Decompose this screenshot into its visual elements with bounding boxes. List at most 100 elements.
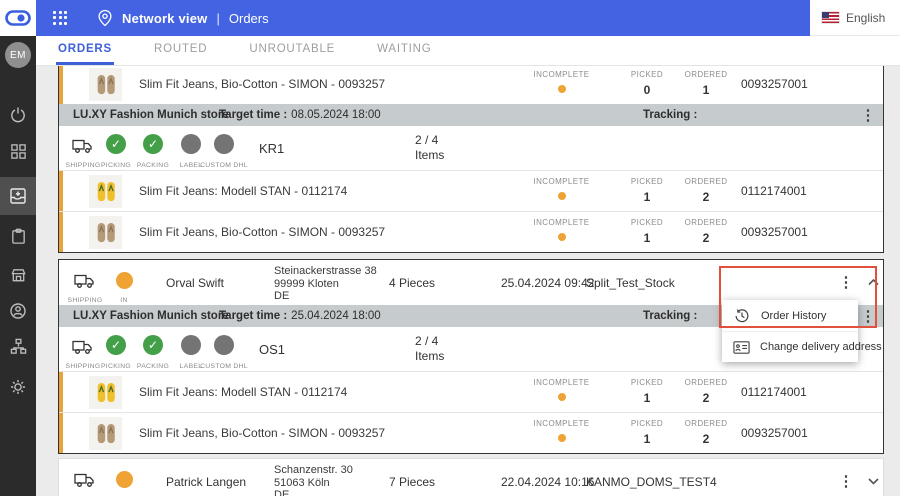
incomplete-status: INCOMPLETE bbox=[514, 378, 609, 406]
routing-name: KANMO_DOMS_TEST4 bbox=[586, 459, 717, 496]
store-icon[interactable] bbox=[0, 257, 36, 293]
menu-item-order-history[interactable]: Order History bbox=[722, 300, 858, 331]
incomplete-dot bbox=[558, 233, 566, 241]
order-item-row: Slim Fit Jeans: Modell STAN - 0112174 IN… bbox=[59, 170, 883, 211]
target-time: Target time :25.04.2024 18:00 bbox=[219, 305, 381, 327]
order-date: 25.04.2024 09:42 bbox=[501, 260, 594, 305]
menu-item-change-delivery-address[interactable]: Change delivery address bbox=[722, 331, 858, 362]
brand-logo[interactable] bbox=[0, 0, 36, 36]
pieces-count: 7 Pieces bbox=[389, 459, 435, 496]
title-divider: | bbox=[217, 11, 220, 26]
article-number: 0112174001 bbox=[741, 171, 807, 211]
article-number: 0093257001 bbox=[741, 413, 808, 453]
incomplete-status: INCOMPLETE bbox=[514, 218, 609, 246]
incomplete-status: INCOMPLETE bbox=[514, 419, 609, 447]
order-menu-button[interactable]: ⋮ bbox=[836, 260, 856, 305]
pending-circle-icon bbox=[214, 134, 234, 154]
customer-name: Orval Swift bbox=[166, 260, 224, 305]
history-icon bbox=[733, 307, 751, 325]
in-progress-dot bbox=[116, 272, 133, 289]
product-name: Slim Fit Jeans: Modell STAN - 0112174 bbox=[139, 372, 347, 412]
incomplete-dot bbox=[558, 85, 566, 93]
logout-power-icon[interactable] bbox=[0, 97, 36, 133]
routing-name: Split_Test_Stock bbox=[586, 260, 675, 305]
tab-routed[interactable]: ROUTED bbox=[152, 36, 209, 65]
order-context-menu: Order History Change delivery address bbox=[722, 300, 858, 362]
contact-card-icon bbox=[733, 338, 750, 356]
dashboard-icon[interactable] bbox=[0, 133, 36, 169]
product-name: Slim Fit Jeans: Modell STAN - 0112174 bbox=[139, 171, 347, 211]
tab-unroutable[interactable]: UNROUTABLE bbox=[247, 36, 337, 65]
kebab-icon: ⋮ bbox=[839, 474, 854, 489]
ordered-count: ORDERED2 bbox=[666, 378, 746, 405]
tracking-label: Tracking : bbox=[643, 305, 697, 327]
order-card-1: Slim Fit Jeans, Bio-Cotton - SIMON - 009… bbox=[58, 66, 884, 253]
chevron-down-icon bbox=[868, 478, 879, 485]
expand-button[interactable] bbox=[861, 459, 885, 496]
apps-grid-icon[interactable] bbox=[53, 11, 68, 26]
page-title: Orders bbox=[229, 11, 269, 26]
incomplete-dot bbox=[558, 393, 566, 401]
custom-dhl-status: CUSTOM DHL bbox=[196, 132, 252, 172]
top-bar: Network view | Orders English bbox=[0, 0, 900, 36]
collapse-button[interactable] bbox=[861, 260, 885, 305]
order-item-row: Slim Fit Jeans, Bio-Cotton - SIMON - 009… bbox=[59, 66, 883, 104]
article-number: 0093257001 bbox=[741, 66, 808, 104]
store-name: LU.XY Fashion Munich store bbox=[73, 104, 229, 126]
settings-gear-icon[interactable] bbox=[0, 369, 36, 405]
items-count: 2 / 4Items bbox=[415, 334, 444, 364]
app-header: Network view | Orders bbox=[36, 0, 810, 36]
tasks-clipboard-icon[interactable] bbox=[0, 218, 36, 254]
items-count: 2 / 4Items bbox=[415, 133, 444, 163]
incomplete-dot bbox=[558, 192, 566, 200]
orders-app: Network view | Orders English EM bbox=[0, 0, 900, 496]
product-name: Slim Fit Jeans, Bio-Cotton - SIMON - 009… bbox=[139, 413, 385, 453]
tab-orders[interactable]: ORDERS bbox=[56, 36, 114, 65]
check-icon: ✓ bbox=[143, 335, 163, 355]
check-icon: ✓ bbox=[143, 134, 163, 154]
delivery-address: Steinackerstrasse 3899999 KlotenDE bbox=[274, 265, 377, 303]
ordered-count: ORDERED2 bbox=[666, 177, 746, 204]
avatar[interactable]: EM bbox=[5, 42, 31, 68]
customer-name: Patrick Langen bbox=[166, 459, 246, 496]
order-header-row[interactable]: SHIPPING IN PROGRESS Patrick Langen Scha… bbox=[59, 459, 883, 496]
language-label: English bbox=[846, 11, 885, 25]
incomplete-status: INCOMPLETE bbox=[514, 177, 609, 205]
logo-icon bbox=[5, 10, 31, 26]
app-title: Network view bbox=[122, 11, 208, 26]
warehouse-code: KR1 bbox=[259, 126, 284, 170]
order-card-3: SHIPPING IN PROGRESS Patrick Langen Scha… bbox=[58, 458, 884, 496]
orders-list: Slim Fit Jeans, Bio-Cotton - SIMON - 009… bbox=[36, 66, 900, 496]
order-date: 22.04.2024 10:16 bbox=[501, 459, 594, 496]
order-item-row: Slim Fit Jeans, Bio-Cotton - SIMON - 009… bbox=[59, 412, 883, 453]
shipment-status-row: SHIPPING ✓PICKING ✓PACKING LABEL STATUS … bbox=[59, 126, 883, 170]
in-progress-dot bbox=[116, 471, 133, 488]
chevron-up-icon bbox=[868, 279, 879, 286]
account-icon[interactable] bbox=[0, 293, 36, 329]
article-number: 0112174001 bbox=[741, 372, 807, 412]
language-selector[interactable]: English bbox=[810, 0, 900, 36]
order-item-row: Slim Fit Jeans: Modell STAN - 0112174 IN… bbox=[59, 371, 883, 412]
kebab-icon: ⋮ bbox=[861, 309, 876, 324]
incomplete-status: INCOMPLETE bbox=[514, 70, 609, 98]
tab-bar: ORDERS ROUTED UNROUTABLE WAITING bbox=[36, 36, 900, 66]
custom-dhl-status: CUSTOM DHL bbox=[196, 333, 252, 373]
ordered-count: ORDERED1 bbox=[666, 70, 746, 97]
store-name: LU.XY Fashion Munich store bbox=[73, 305, 229, 327]
sidebar-item-orders[interactable] bbox=[0, 177, 36, 215]
in-progress-status: IN PROGRESS bbox=[98, 466, 150, 496]
product-image bbox=[89, 216, 122, 249]
network-structure-icon[interactable] bbox=[0, 328, 36, 364]
us-flag-icon bbox=[822, 12, 839, 23]
target-time: Target time :08.05.2024 18:00 bbox=[219, 104, 381, 126]
warehouse-code: OS1 bbox=[259, 327, 285, 371]
warehouse-menu-button[interactable]: ⋮ bbox=[858, 104, 878, 126]
product-image bbox=[89, 68, 122, 101]
network-pin-icon bbox=[96, 9, 114, 27]
order-header-row[interactable]: SHIPPING IN PROGRESS Orval Swift Steinac… bbox=[59, 260, 883, 305]
order-menu-button[interactable]: ⋮ bbox=[836, 459, 856, 496]
product-image bbox=[89, 376, 122, 409]
tab-waiting[interactable]: WAITING bbox=[375, 36, 433, 65]
product-name: Slim Fit Jeans, Bio-Cotton - SIMON - 009… bbox=[139, 66, 385, 104]
warehouse-menu-button[interactable]: ⋮ bbox=[858, 305, 878, 327]
